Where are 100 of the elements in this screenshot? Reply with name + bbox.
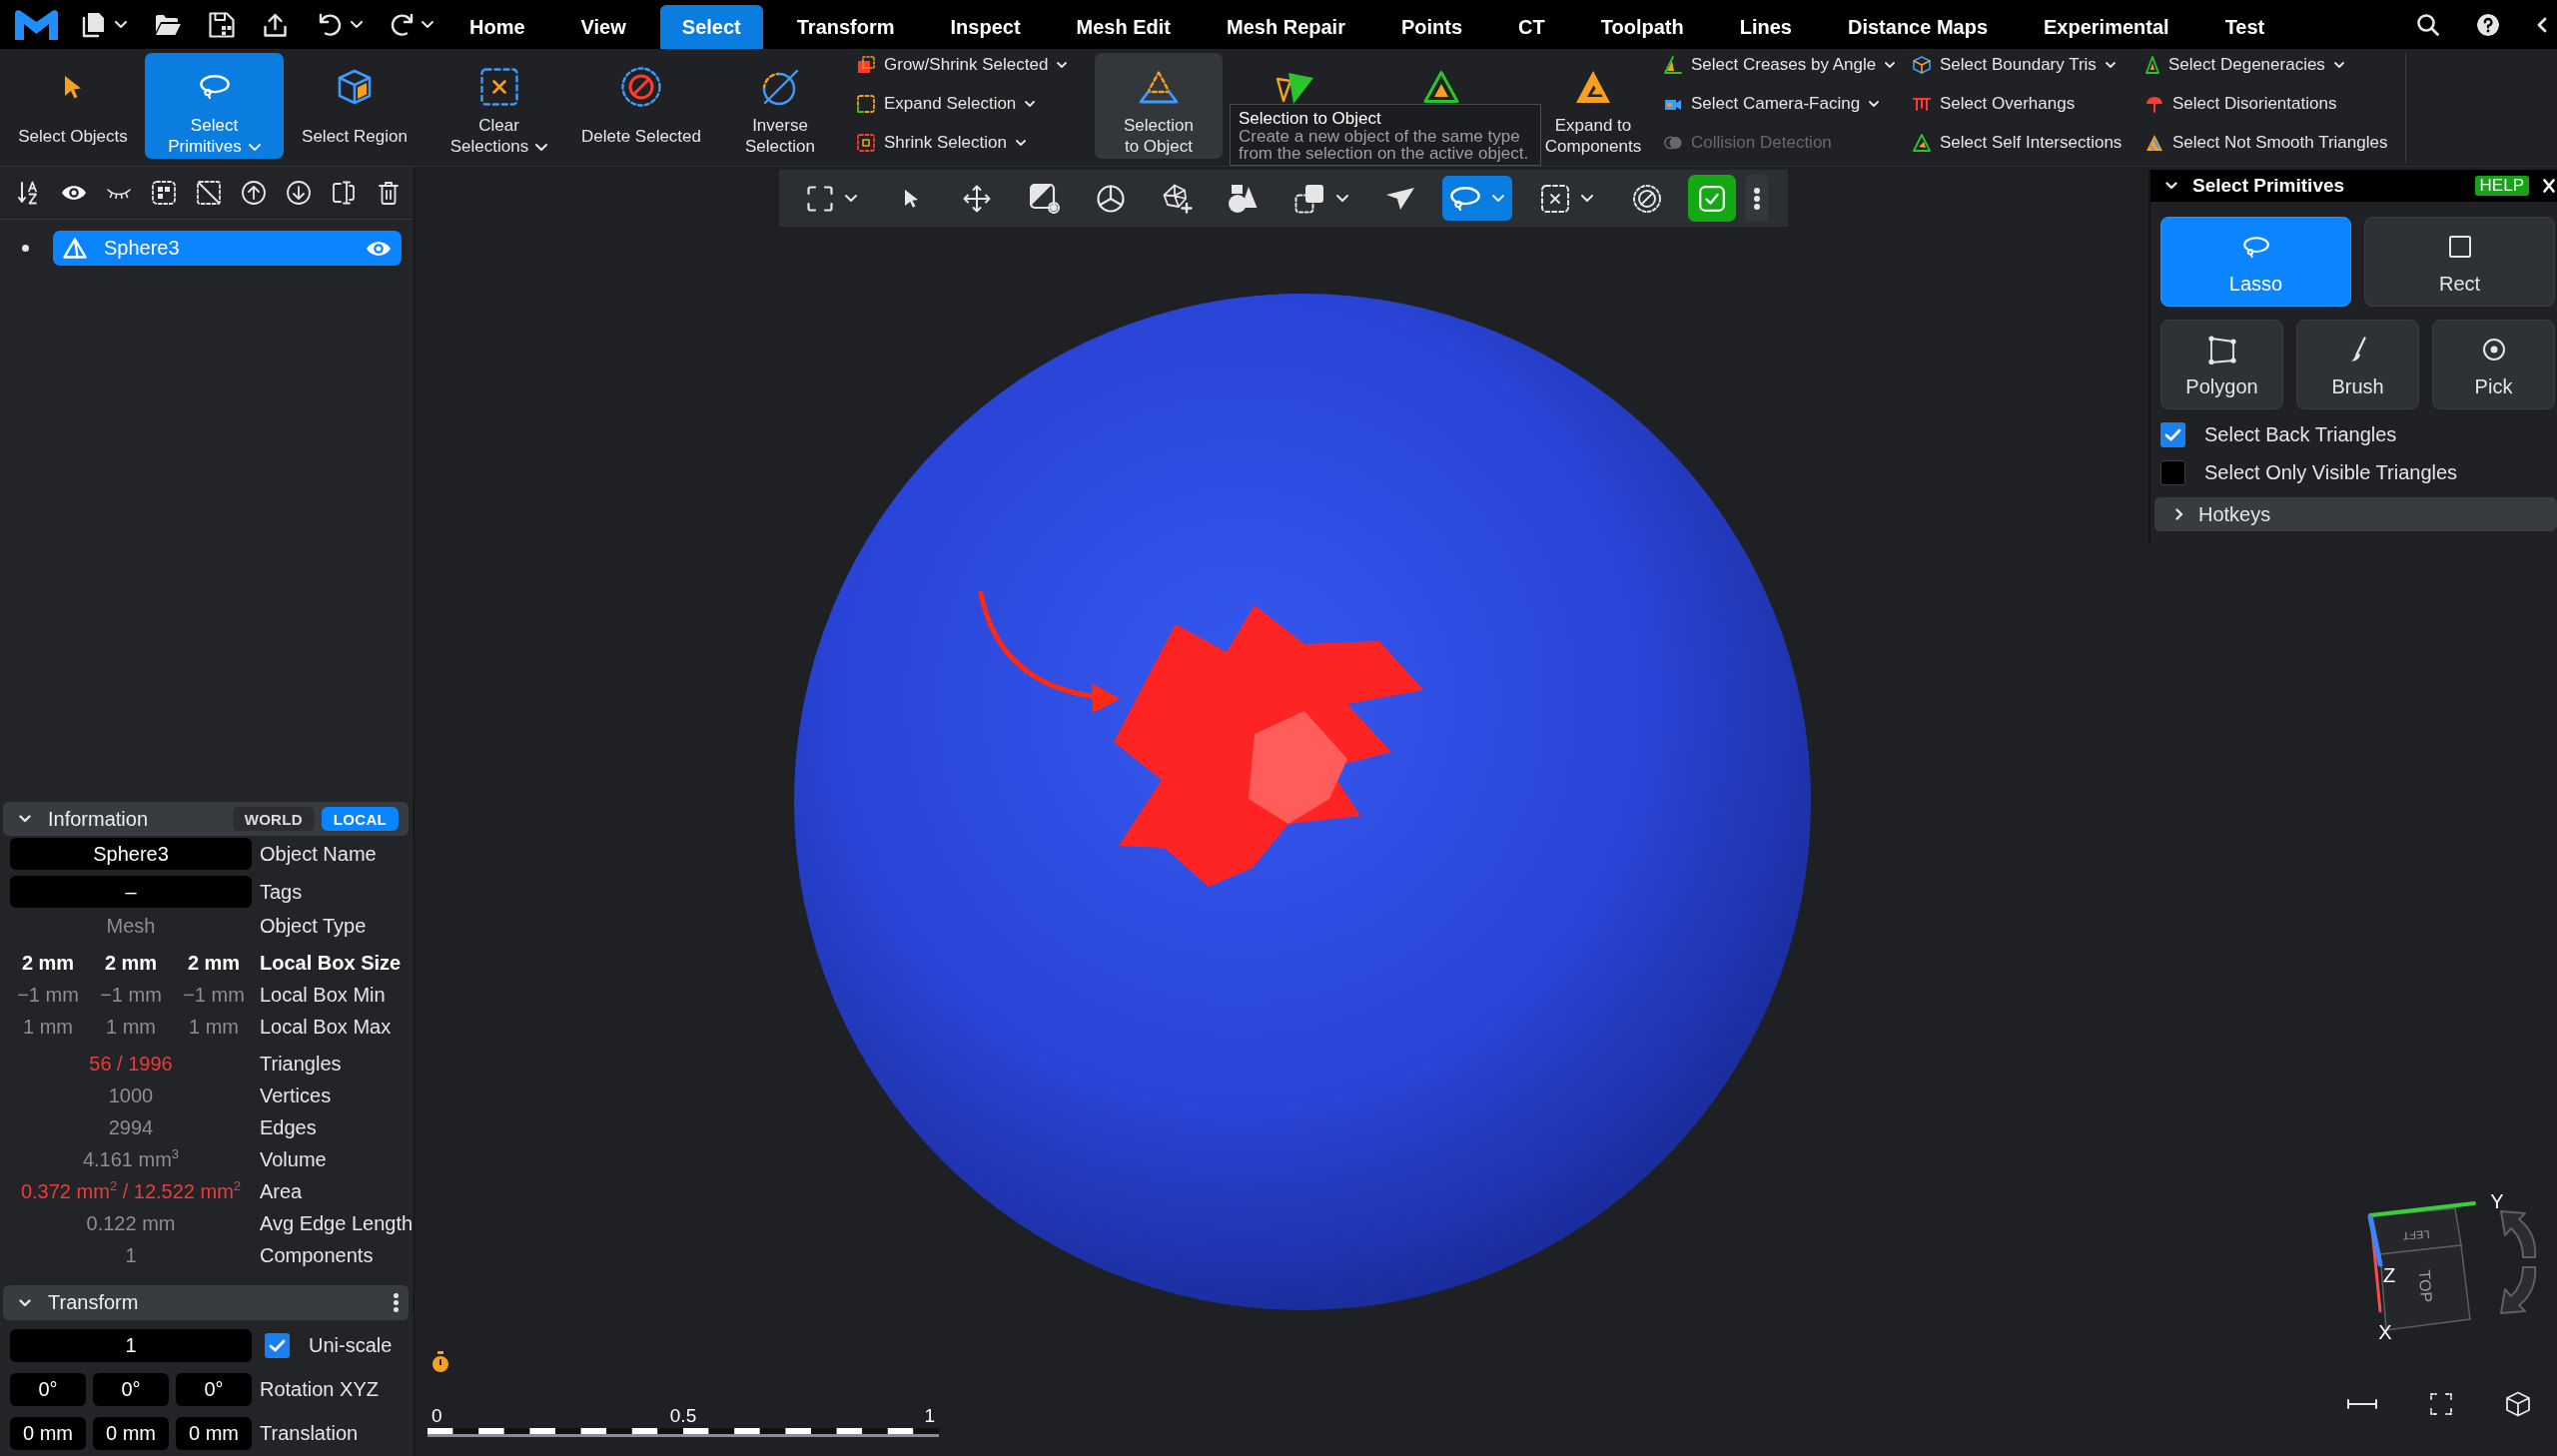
- ribbon-menu-item[interactable]: Select Disorientations: [2142, 89, 2337, 119]
- text-field[interactable]: Sphere3: [10, 838, 252, 870]
- deselect-icon[interactable]: [196, 181, 221, 205]
- ribbon-button[interactable]: Select Primitives: [145, 53, 284, 159]
- select-all-icon[interactable]: [151, 181, 176, 205]
- caret-icon[interactable]: [422, 21, 433, 28]
- text-field[interactable]: 0°: [93, 1373, 169, 1406]
- split-view-icon[interactable]: [331, 181, 356, 205]
- section-header[interactable]: Information WORLD LOCAL: [3, 802, 409, 836]
- ribbon-menu-item[interactable]: Shrink Selection: [854, 128, 1026, 158]
- tool-button[interactable]: [1163, 183, 1193, 214]
- caret-icon[interactable]: [115, 21, 127, 28]
- cube-icon[interactable]: [2505, 1391, 2531, 1417]
- ribbon-button[interactable]: Select Objects: [4, 53, 142, 159]
- menu-tab[interactable]: Mesh Repair: [1205, 5, 1367, 49]
- ribbon-menu-item[interactable]: Select Overhangs: [1910, 89, 2076, 119]
- section-header[interactable]: Transform: [3, 1285, 409, 1320]
- caret-icon[interactable]: [351, 21, 363, 28]
- menu-tab[interactable]: Toolpath: [1578, 5, 1706, 49]
- rotate-icon[interactable]: [2500, 1266, 2537, 1314]
- menu-tab[interactable]: View: [558, 5, 648, 49]
- tool-button[interactable]: [1228, 183, 1258, 214]
- text-field[interactable]: 0°: [10, 1373, 86, 1406]
- back-icon[interactable]: [2537, 16, 2547, 33]
- tool-button[interactable]: [1097, 184, 1125, 213]
- text-field[interactable]: 0 mm: [176, 1417, 252, 1450]
- tool-button[interactable]: [1541, 184, 1593, 213]
- ribbon-button[interactable]: Delete Selected: [574, 53, 708, 159]
- sort-icon[interactable]: [17, 181, 40, 205]
- folder-icon[interactable]: [156, 14, 181, 35]
- more-button[interactable]: [1745, 175, 1768, 222]
- sphere-mesh[interactable]: [794, 294, 1811, 1310]
- menu-tab[interactable]: Distance Maps: [1825, 5, 2011, 49]
- search-icon[interactable]: [2417, 13, 2439, 36]
- help-icon[interactable]: [2477, 13, 2499, 36]
- panel-header[interactable]: Select Primitives HELP: [2150, 170, 2557, 202]
- frame-toggle[interactable]: WORLD: [232, 807, 315, 831]
- mode-button[interactable]: Brush: [2296, 320, 2419, 409]
- ribbon-menu-item[interactable]: Select Self Intersections: [1910, 128, 2123, 158]
- stopwatch-icon[interactable]: [431, 1351, 449, 1373]
- ruler-icon[interactable]: [2347, 1399, 2377, 1409]
- tool-button[interactable]: [1385, 186, 1415, 211]
- checkbox[interactable]: [265, 1333, 290, 1358]
- text-field[interactable]: 1: [10, 1329, 252, 1362]
- closed-eye-icon[interactable]: [106, 187, 131, 199]
- fit-view-icon[interactable]: [2430, 1393, 2452, 1415]
- triangle-icon[interactable]: [1423, 70, 1459, 104]
- menu-tab[interactable]: Home: [447, 5, 547, 49]
- trash-icon[interactable]: [378, 181, 399, 205]
- rotate-icon[interactable]: [2500, 1210, 2537, 1258]
- undo-icon[interactable]: [319, 13, 343, 36]
- menu-tab[interactable]: Select: [659, 5, 763, 49]
- ribbon-button[interactable]: Inverse Selection: [722, 53, 838, 159]
- mode-button[interactable]: Lasso: [2160, 217, 2351, 307]
- tool-button[interactable]: [807, 185, 857, 212]
- toggle-button[interactable]: [1688, 175, 1736, 222]
- text-field[interactable]: 0°: [176, 1373, 252, 1406]
- save-icon[interactable]: [209, 11, 235, 38]
- checkbox[interactable]: [2160, 421, 2185, 447]
- ribbon-button[interactable]: Selection to Object: [1095, 53, 1223, 159]
- section-header[interactable]: Hotkeys: [2154, 497, 2557, 531]
- text-field[interactable]: 0 mm: [93, 1417, 169, 1450]
- ribbon-menu-item[interactable]: Expand Selection: [854, 89, 1036, 119]
- tool-button[interactable]: [1294, 183, 1348, 214]
- checkbox[interactable]: [2160, 459, 2185, 485]
- ribbon-menu-item[interactable]: Select Degeneracies: [2142, 50, 2344, 80]
- ribbon-menu-item[interactable]: Select Camera-Facing: [1661, 89, 1880, 119]
- mode-button[interactable]: Polygon: [2160, 320, 2283, 409]
- text-field[interactable]: –: [10, 876, 252, 908]
- menu-tab[interactable]: Transform: [774, 5, 917, 49]
- more-icon[interactable]: [394, 1293, 399, 1312]
- ribbon-menu-item[interactable]: Grow/Shrink Selected: [854, 50, 1068, 80]
- menu-tab[interactable]: Inspect: [928, 5, 1043, 49]
- menu-tab[interactable]: CT: [1496, 5, 1567, 49]
- mode-button[interactable]: Rect: [2364, 217, 2555, 307]
- documents-icon[interactable]: [82, 11, 105, 38]
- dashed-square-x-icon: [479, 68, 518, 106]
- menu-tab[interactable]: Points: [1378, 5, 1485, 49]
- ribbon-menu-item[interactable]: Select Boundary Tris: [1910, 50, 2116, 80]
- upload-icon[interactable]: [264, 12, 287, 37]
- tool-button[interactable]: [963, 184, 991, 213]
- menu-tab[interactable]: Mesh Edit: [1054, 5, 1194, 49]
- ribbon-menu-item[interactable]: Select Creases by Angle: [1661, 50, 1896, 80]
- mode-button[interactable]: Pick: [2432, 320, 2555, 409]
- tree-item[interactable]: Sphere3: [53, 231, 402, 266]
- frame-toggle[interactable]: LOCAL: [321, 807, 399, 831]
- tool-button[interactable]: [1633, 184, 1661, 213]
- menu-tab[interactable]: Experimental: [2022, 5, 2191, 49]
- ribbon-button[interactable]: Expand to Components: [1543, 53, 1643, 159]
- redo-icon[interactable]: [390, 13, 414, 36]
- ribbon-menu-item[interactable]: Select Not Smooth Triangles: [2142, 128, 2388, 158]
- eye-icon[interactable]: [60, 185, 87, 201]
- close-icon[interactable]: [2543, 179, 2555, 193]
- ribbon-button[interactable]: Clear Selections: [436, 53, 561, 159]
- text-field[interactable]: 0 mm: [10, 1417, 86, 1450]
- tool-button[interactable]: [904, 189, 919, 208]
- ribbon-button[interactable]: Select Region: [288, 53, 422, 159]
- menu-tab[interactable]: Test: [2202, 5, 2287, 49]
- menu-tab[interactable]: Lines: [1717, 5, 1814, 49]
- tool-button[interactable]: [1030, 183, 1060, 214]
